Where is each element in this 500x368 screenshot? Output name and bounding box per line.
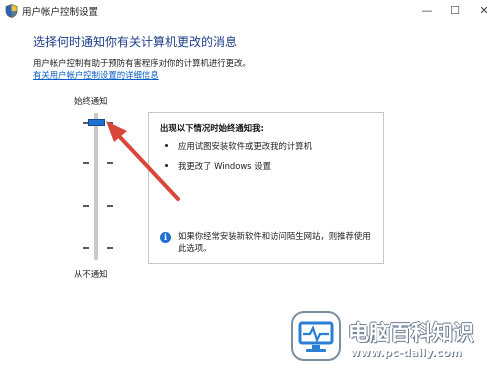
slider-tick-left bbox=[83, 162, 89, 164]
slider-bottom-label: 从不通知 bbox=[74, 269, 108, 279]
title-bar[interactable]: 用户帐户控制设置 — ☐ ✕ bbox=[0, 0, 500, 22]
page-heading: 选择何时通知你有关计算机更改的消息 bbox=[33, 35, 238, 49]
info-icon: i bbox=[160, 232, 171, 243]
slider-top-label: 始终通知 bbox=[74, 96, 108, 106]
site-watermark: 电脑百科知识 www.pc-daily.com bbox=[286, 306, 500, 368]
window-title: 用户帐户控制设置 bbox=[22, 7, 99, 18]
details-link[interactable]: 有关用户帐户控制设置的详细信息 bbox=[33, 69, 159, 81]
panel-title: 出现以下情况时始终通知我: bbox=[160, 123, 264, 133]
watermark-url: www.pc-daily.com bbox=[350, 346, 462, 359]
bullet-dot bbox=[165, 144, 168, 147]
monitor-logo-icon bbox=[291, 311, 341, 361]
bullet-item: 应用试图安装软件或更改我的计算机 bbox=[178, 141, 312, 151]
slider-tick-left bbox=[83, 205, 89, 207]
shield-icon bbox=[5, 4, 18, 18]
notification-info-panel: 出现以下情况时始终通知我: 应用试图安装软件或更改我的计算机 我更改了 Wind… bbox=[148, 112, 384, 264]
description-text: 用户帐户控制有助于预防有害程序对你的计算机进行更改。 bbox=[33, 58, 251, 68]
recommendation-text: 如果你经常安装新软件和访问陌生网站，则推荐使用此选项。 bbox=[178, 231, 371, 253]
minimize-button[interactable]: — bbox=[413, 0, 441, 22]
slider-tick-right bbox=[107, 162, 113, 164]
slider-track[interactable] bbox=[94, 113, 98, 260]
uac-settings-window: 用户帐户控制设置 — ☐ ✕ 选择何时通知你有关计算机更改的消息 用户帐户控制有… bbox=[0, 0, 500, 368]
slider-tick-right bbox=[107, 122, 113, 124]
slider-tick-right bbox=[107, 247, 113, 249]
close-button[interactable]: ✕ bbox=[470, 0, 498, 22]
slider-thumb[interactable] bbox=[88, 119, 105, 126]
slider-tick-left bbox=[83, 247, 89, 249]
bullet-item: 我更改了 Windows 设置 bbox=[178, 161, 271, 171]
slider-tick-right bbox=[107, 205, 113, 207]
watermark-site-name: 电脑百科知识 bbox=[348, 321, 474, 345]
bullet-dot bbox=[165, 164, 168, 167]
maximize-button[interactable]: ☐ bbox=[441, 0, 469, 22]
